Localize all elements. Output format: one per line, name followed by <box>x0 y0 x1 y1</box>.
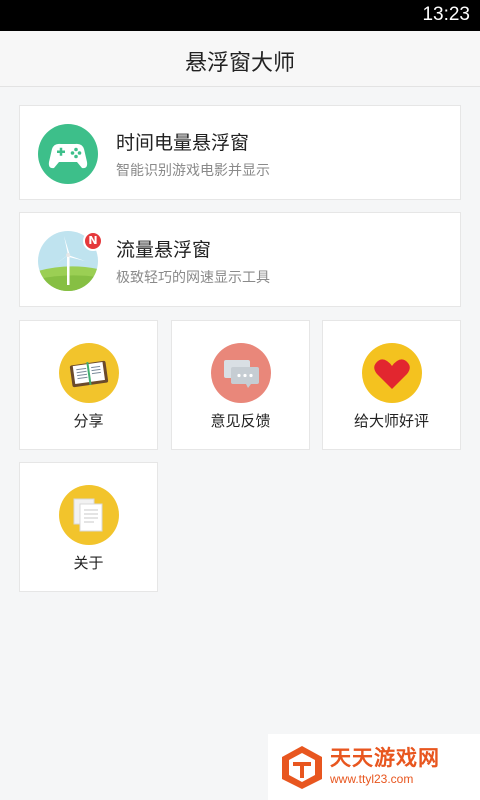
feedback-tile[interactable]: 意见反馈 <box>171 320 310 450</box>
about-tile[interactable]: 关于 <box>19 462 158 592</box>
notebook-icon <box>59 343 119 403</box>
gamepad-icon <box>38 124 98 184</box>
watermark-url: www.ttyl23.com <box>330 772 414 786</box>
feature-card-time-battery[interactable]: 时间电量悬浮窗 智能识别游戏电影并显示 <box>19 105 461 200</box>
page-title: 悬浮窗大师 <box>184 51 295 76</box>
feature-title: 时间电量悬浮窗 <box>116 132 250 154</box>
watermark-logo-icon <box>282 746 322 789</box>
tile-label: 意见反馈 <box>210 412 271 430</box>
windmill-icon: N <box>38 231 103 291</box>
tile-label: 关于 <box>73 554 104 572</box>
watermark-text: 天天游戏网 <box>330 746 440 770</box>
documents-icon <box>59 485 119 545</box>
feature-subtitle: 智能识别游戏电影并显示 <box>116 163 270 179</box>
feature-card-traffic[interactable]: N 流量悬浮窗 极致轻巧的网速显示工具 <box>19 212 461 307</box>
status-time: 13:23 <box>422 4 470 25</box>
new-badge: N <box>83 231 103 251</box>
feature-subtitle: 极致轻巧的网速显示工具 <box>116 270 270 286</box>
status-bar: 13:23 <box>0 0 480 31</box>
watermark: 天天游戏网 www.ttyl23.com <box>268 734 480 800</box>
share-tile[interactable]: 分享 <box>19 320 158 450</box>
tile-label: 给大师好评 <box>353 412 429 430</box>
feature-title: 流量悬浮窗 <box>116 239 212 261</box>
tile-label: 分享 <box>73 412 104 430</box>
chat-bubble-icon <box>211 343 271 403</box>
rate-tile[interactable]: 给大师好评 <box>322 320 461 450</box>
heart-icon <box>362 343 422 403</box>
app-header: 悬浮窗大师 <box>0 31 480 87</box>
